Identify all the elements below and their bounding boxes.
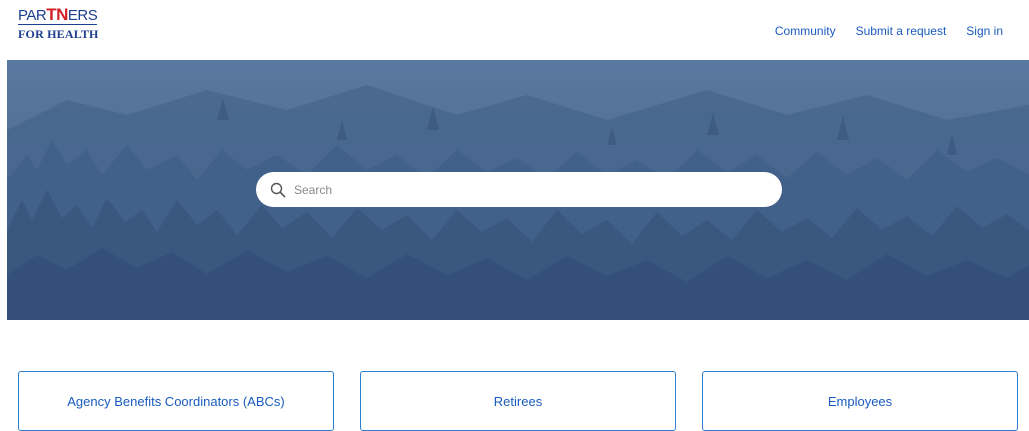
category-employees[interactable]: Employees (702, 371, 1018, 431)
nav-community-link[interactable]: Community (775, 24, 836, 38)
category-label: Retirees (493, 394, 543, 409)
search-bar[interactable] (256, 172, 782, 207)
category-agency-benefits-coordinators[interactable]: Agency Benefits Coordinators (ABCs) (18, 371, 334, 431)
category-label: Agency Benefits Coordinators (ABCs) (67, 394, 285, 409)
logo-tagline: FOR HEALTH (18, 27, 99, 41)
category-retirees[interactable]: Retirees (360, 371, 676, 431)
site-header: PARTNERS FOR HEALTH Community Submit a r… (0, 0, 1029, 60)
nav-submit-request-link[interactable]: Submit a request (856, 24, 947, 38)
top-nav: Community Submit a request Sign in (755, 24, 1003, 38)
search-icon (270, 182, 286, 197)
logo-wordmark: PARTNERS (18, 5, 98, 25)
nav-sign-in-link[interactable]: Sign in (966, 24, 1003, 38)
category-blocks: Agency Benefits Coordinators (ABCs) Reti… (18, 371, 1018, 431)
partners-for-health-logo[interactable]: PARTNERS FOR HEALTH (18, 6, 99, 40)
search-input[interactable] (292, 181, 762, 198)
category-label: Employees (827, 394, 893, 409)
